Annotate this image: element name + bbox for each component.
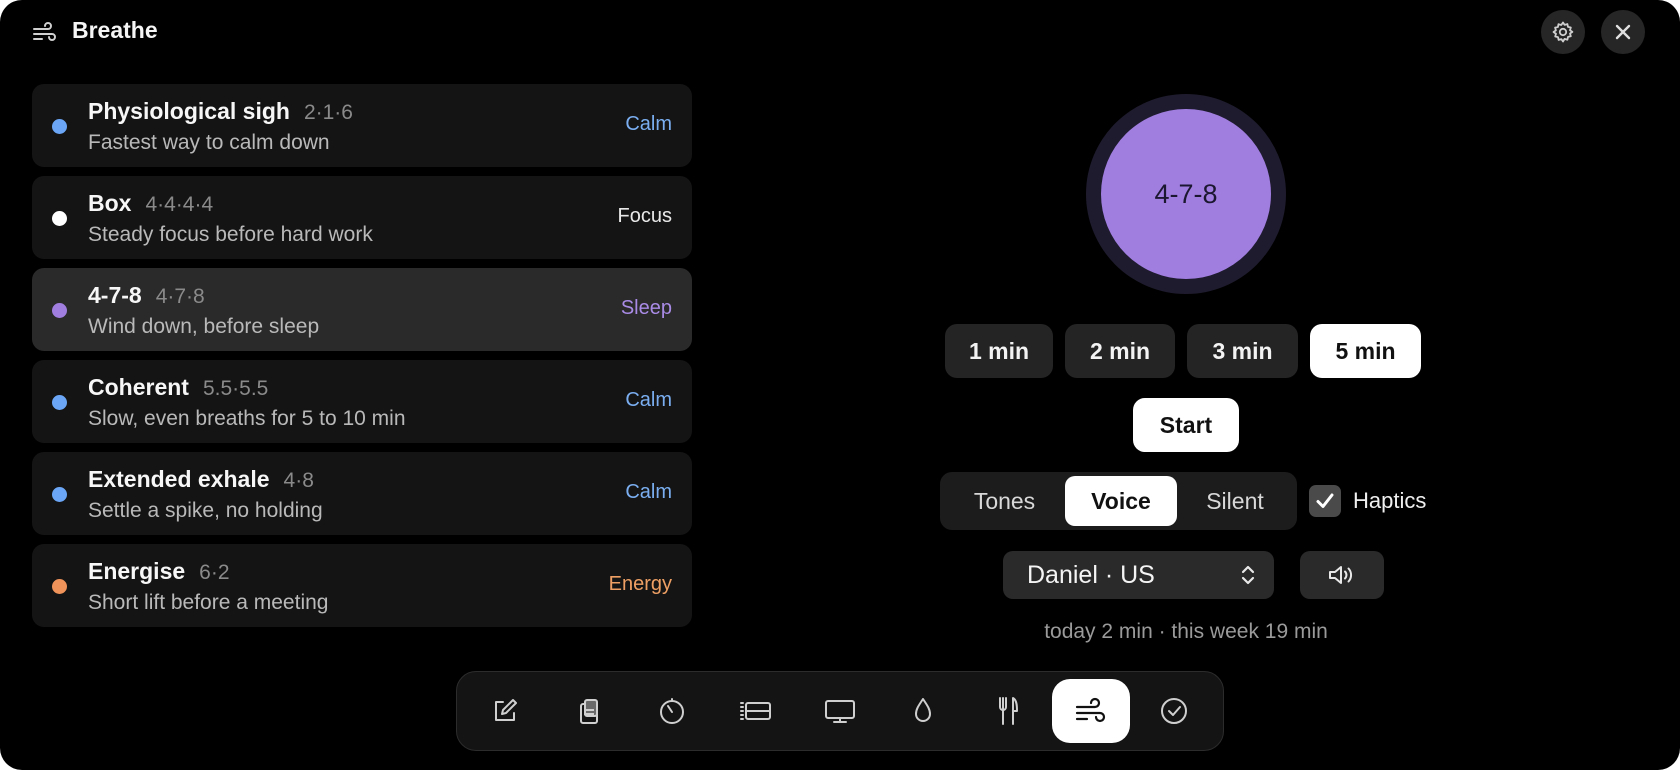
sound-mode-option[interactable]: Voice	[1065, 476, 1177, 526]
exercise-tag: Calm	[625, 481, 672, 503]
sound-mode-picker: Tones Voice Silent	[940, 472, 1297, 530]
dock	[456, 671, 1224, 751]
exercise-description: Steady focus before hard work	[88, 223, 373, 246]
settings-button[interactable]	[1541, 10, 1585, 54]
exercise-name: Coherent	[88, 374, 189, 400]
close-button[interactable]	[1601, 10, 1645, 54]
exercise-name-line: Extended exhale 4·8	[88, 466, 314, 493]
exercise-tag: Energy	[608, 573, 672, 595]
exercise-pattern: 4·7·8	[155, 285, 205, 308]
speaker-icon	[1329, 566, 1353, 584]
checkmark-icon	[1316, 493, 1334, 508]
exercise-description: Short lift before a meeting	[88, 591, 329, 614]
breathe-window: Breathe Physiological sigh 2·1·6 Fastest w…	[0, 0, 1680, 770]
app-title: Breathe	[72, 17, 158, 43]
exercise-color-dot	[52, 211, 67, 226]
voice-select[interactable]: Daniel · US	[1003, 551, 1274, 599]
exercise-name: Physiological sigh	[88, 98, 290, 124]
dock-item-timer[interactable]	[633, 679, 711, 743]
exercise-color-dot	[52, 119, 67, 134]
exercise-item[interactable]: Physiological sigh 2·1·6 Fastest way to ca…	[32, 84, 692, 167]
haptics-checkbox[interactable]	[1309, 485, 1341, 517]
gear-icon	[1552, 21, 1574, 43]
chevron-updown-icon	[1241, 565, 1255, 585]
display-icon	[825, 700, 855, 723]
exercise-name-line: Energise 6·2	[88, 558, 230, 585]
exercise-name-line: 4-7-8 4·7·8	[88, 282, 205, 309]
exercise-description: Slow, even breaths for 5 to 10 min	[88, 407, 406, 430]
check-circle-icon	[1161, 698, 1187, 724]
exercise-item[interactable]: Coherent 5.5·5.5 Slow, even breaths for 5 …	[32, 360, 692, 443]
exercise-color-dot	[52, 303, 67, 318]
dock-item-drop[interactable]	[884, 679, 962, 743]
exercise-pattern: 4·4·4·4	[145, 193, 214, 216]
exercise-tag: Sleep	[620, 297, 672, 319]
dock-item-utensils[interactable]	[968, 679, 1046, 743]
preview-voice-button[interactable]	[1300, 551, 1384, 599]
breath-circle-label: 4-7-8	[1154, 178, 1218, 209]
duration-picker: 1 min 2 min 3 min 5 min	[945, 324, 1421, 378]
dock-item-display[interactable]	[801, 679, 879, 743]
wind-icon	[33, 22, 56, 41]
exercise-pattern: 4·8	[283, 469, 314, 492]
exercise-pattern: 2·1·6	[303, 101, 353, 124]
close-icon	[1615, 24, 1631, 40]
exercise-name: 4-7-8	[88, 282, 142, 308]
exercise-tag: Focus	[617, 205, 672, 227]
exercise-pattern: 6·2	[199, 561, 230, 584]
dock-item-clipboard[interactable]	[550, 679, 628, 743]
dock-item-compose[interactable]	[466, 679, 544, 743]
breath-circle: 4-7-8	[1086, 94, 1286, 294]
sound-mode-option[interactable]: Tones	[944, 476, 1065, 526]
list-icon	[740, 702, 771, 720]
exercise-color-dot	[52, 579, 67, 594]
exercise-tag: Calm	[625, 389, 672, 411]
exercise-description: Fastest way to calm down	[88, 131, 330, 154]
sound-mode-option[interactable]: Silent	[1177, 476, 1293, 526]
exercise-tag: Calm	[625, 113, 672, 135]
duration-option[interactable]: 2 min	[1065, 324, 1175, 378]
duration-option[interactable]: 3 min	[1187, 324, 1298, 378]
practice-stats: today 2 min · this week 19 min	[1044, 620, 1328, 643]
compose-icon	[495, 699, 517, 721]
exercise-item[interactable]: Energise 6·2 Short lift before a meeting En…	[32, 544, 692, 627]
exercise-name-line: Box 4·4·4·4	[88, 190, 213, 217]
exercise-pattern: 5.5·5.5	[202, 377, 269, 400]
breath-circle-inner: 4-7-8	[1101, 109, 1271, 279]
start-button[interactable]: Start	[1133, 398, 1239, 452]
exercise-name: Box	[88, 190, 132, 216]
exercise-name: Energise	[88, 558, 186, 584]
timer-icon	[660, 698, 684, 724]
exercise-color-dot	[52, 487, 67, 502]
exercise-item[interactable]: Extended exhale 4·8 Settle a spike, no hol…	[32, 452, 692, 535]
duration-option[interactable]: 5 min	[1310, 324, 1421, 378]
dock-item-list[interactable]	[717, 679, 795, 743]
exercise-item[interactable]: Box 4·4·4·4 Steady focus before hard work F…	[32, 176, 692, 259]
exercise-name: Extended exhale	[88, 466, 270, 492]
utensils-icon	[999, 697, 1018, 725]
haptics-label: Haptics	[1353, 488, 1427, 513]
voice-select-value: Daniel · US	[1027, 560, 1155, 589]
exercise-description: Settle a spike, no holding	[88, 499, 323, 522]
duration-option[interactable]: 1 min	[945, 324, 1053, 378]
exercise-list: Physiological sigh 2·1·6 Fastest way to ca…	[32, 84, 692, 636]
dock-item-done[interactable]	[1135, 679, 1213, 743]
drop-icon	[915, 698, 931, 722]
dock-item-breathe[interactable]	[1052, 679, 1130, 743]
exercise-name-line: Physiological sigh 2·1·6	[88, 98, 353, 125]
exercise-item[interactable]: 4-7-8 4·7·8 Wind down, before sleep Sleep	[32, 268, 692, 351]
wind-icon	[1075, 697, 1106, 723]
exercise-name-line: Coherent 5.5·5.5	[88, 374, 268, 401]
clipboard-icon	[580, 699, 598, 724]
haptics-toggle[interactable]: Haptics	[1309, 485, 1426, 517]
exercise-color-dot	[52, 395, 67, 410]
exercise-description: Wind down, before sleep	[88, 315, 320, 338]
